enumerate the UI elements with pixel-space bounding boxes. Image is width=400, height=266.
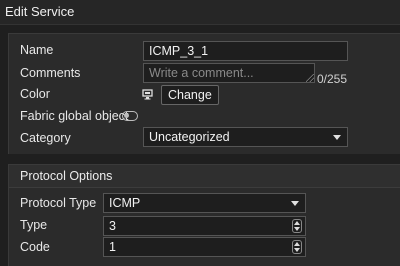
- chevron-down-icon: [291, 201, 299, 206]
- protocol-options-section: Protocol Options Protocol Type ICMP Type…: [8, 164, 400, 266]
- name-input[interactable]: ICMP_3_1: [143, 41, 348, 61]
- resize-grip-icon[interactable]: [306, 74, 314, 82]
- fabric-global-object-toggle[interactable]: [122, 111, 138, 121]
- category-select[interactable]: Uncategorized: [143, 127, 348, 147]
- comments-counter: 0/255: [317, 72, 348, 86]
- chevron-down-icon: [333, 135, 341, 140]
- comments-label: Comments: [20, 66, 81, 80]
- protocol-options-header: Protocol Options: [9, 165, 400, 188]
- type-input[interactable]: 3: [103, 216, 306, 236]
- name-label: Name: [20, 43, 54, 57]
- monitor-icon: [142, 89, 153, 100]
- code-stepper-icon[interactable]: [292, 240, 302, 254]
- type-value: 3: [109, 219, 116, 233]
- protocol-options-title: Protocol Options: [20, 169, 113, 183]
- protocol-type-label: Protocol Type: [20, 196, 97, 210]
- general-section: Name ICMP_3_1 Comments Write a comment..…: [8, 33, 400, 154]
- category-label: Category: [20, 131, 71, 145]
- code-value: 1: [109, 240, 116, 254]
- type-label: Type: [20, 218, 48, 232]
- change-color-button[interactable]: Change: [161, 85, 219, 105]
- protocol-type-select[interactable]: ICMP: [103, 193, 306, 213]
- dialog-titlebar: Edit Service: [0, 0, 400, 25]
- toggle-knob: [124, 113, 129, 118]
- color-label: Color: [20, 87, 50, 101]
- comments-textarea[interactable]: Write a comment...: [143, 63, 315, 83]
- dialog-title: Edit Service: [5, 4, 75, 19]
- type-stepper-icon[interactable]: [292, 219, 302, 233]
- code-input[interactable]: 1: [103, 237, 306, 257]
- fabric-global-object-label: Fabric global object: [20, 109, 129, 123]
- category-select-value: Uncategorized: [149, 130, 230, 144]
- code-label: Code: [20, 240, 50, 254]
- protocol-type-value: ICMP: [109, 196, 141, 210]
